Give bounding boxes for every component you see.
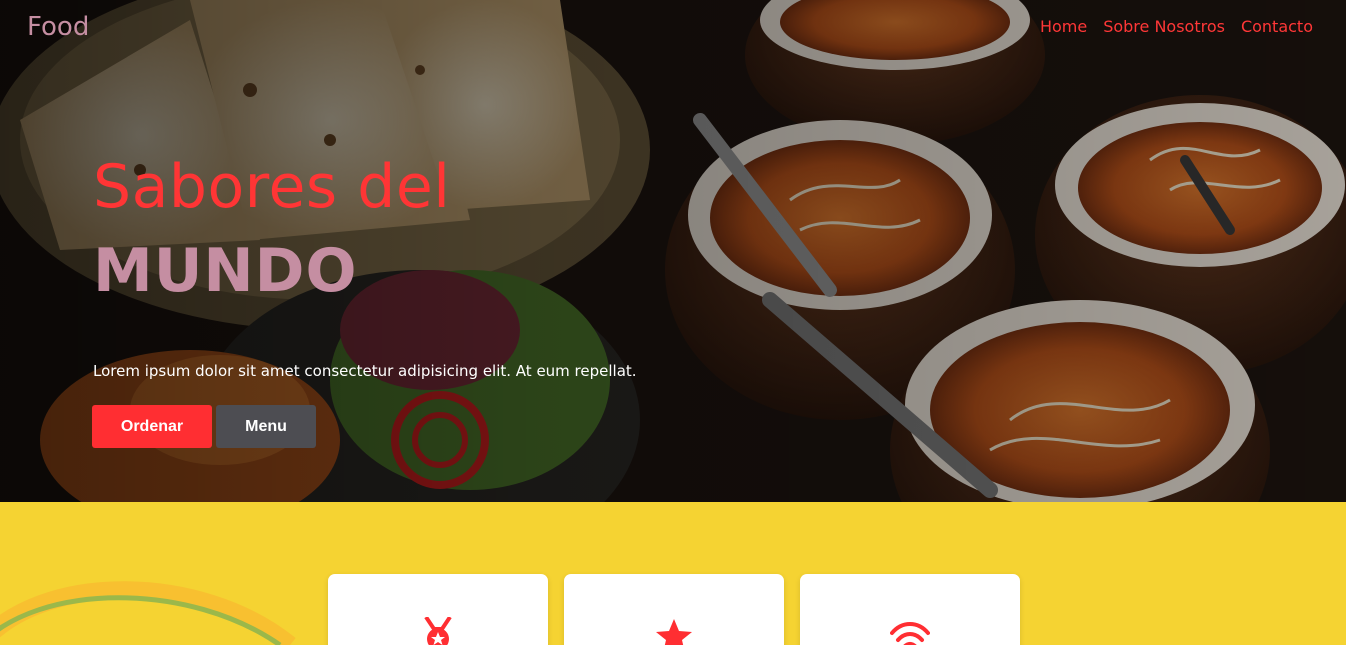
nav-link-sobre-nosotros[interactable]: Sobre Nosotros bbox=[1103, 17, 1225, 36]
feature-card[interactable] bbox=[328, 574, 548, 645]
wifi-icon bbox=[890, 622, 930, 645]
hero-title-line1: Sabores del bbox=[93, 152, 451, 222]
nav-link-home[interactable]: Home bbox=[1040, 17, 1087, 36]
menu-button[interactable]: Menu bbox=[216, 405, 316, 448]
hero-section: Food Home Sobre Nosotros Contacto Sabore… bbox=[0, 0, 1346, 502]
main-nav: Home Sobre Nosotros Contacto bbox=[1040, 17, 1313, 36]
hero-title-line2: MUNDO bbox=[93, 236, 358, 306]
medal-icon bbox=[424, 617, 452, 645]
brand-logo[interactable]: Food bbox=[27, 12, 89, 42]
features-section bbox=[0, 502, 1346, 645]
feature-card[interactable] bbox=[800, 574, 1020, 645]
order-button[interactable]: Ordenar bbox=[92, 405, 212, 448]
feature-card[interactable] bbox=[564, 574, 784, 645]
nav-link-contacto[interactable]: Contacto bbox=[1241, 17, 1313, 36]
hero-description: Lorem ipsum dolor sit amet consectetur a… bbox=[93, 362, 637, 380]
star-icon bbox=[656, 619, 692, 645]
